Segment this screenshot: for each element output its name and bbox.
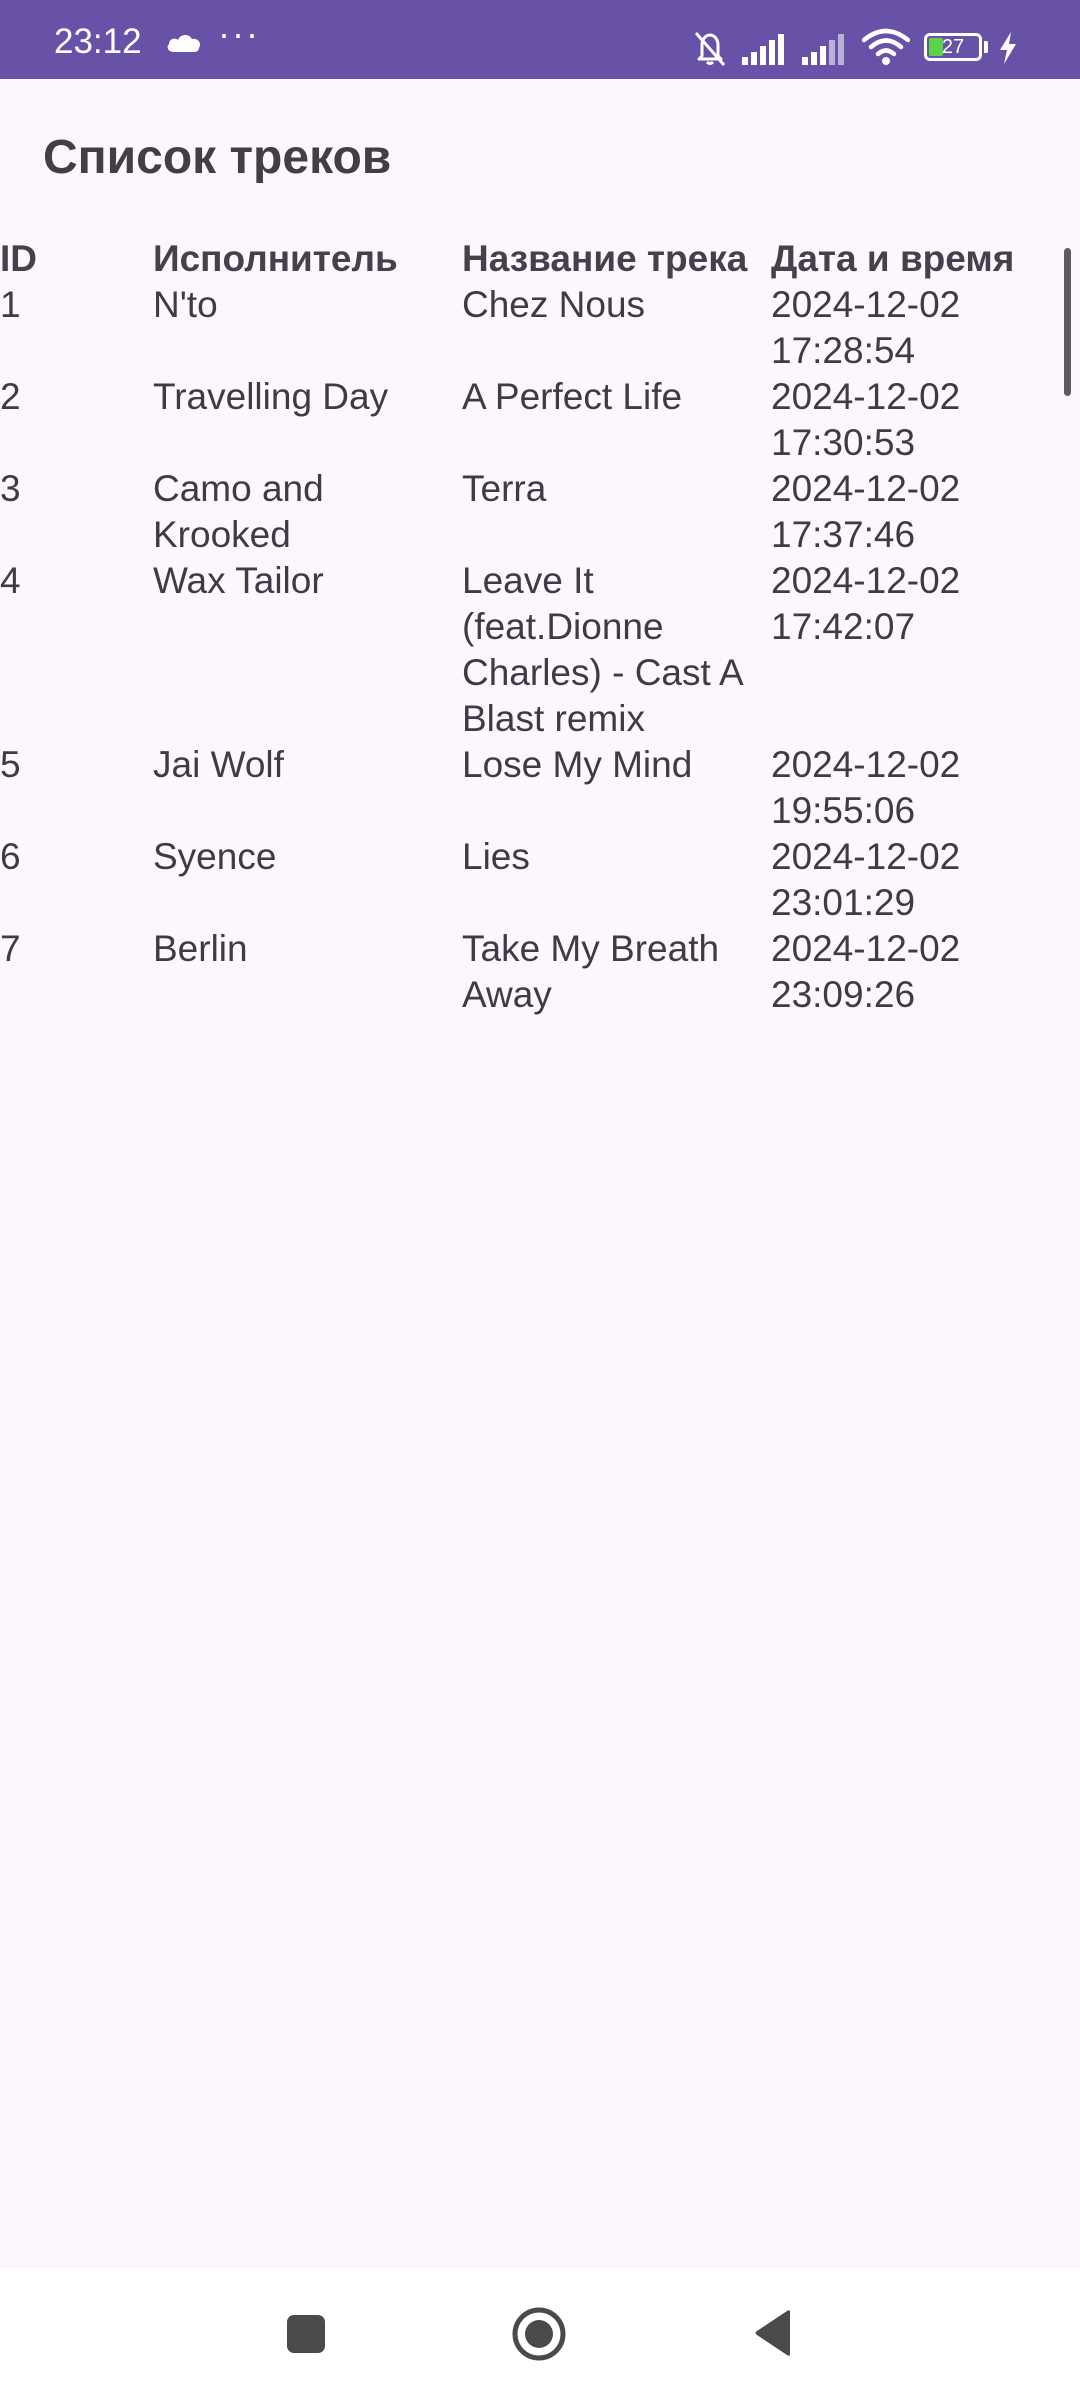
signal-icon [802,34,844,65]
header-id: ID [0,238,37,279]
header-artist: Исполнитель [153,238,398,279]
header-datetime: Дата и время [771,238,1015,279]
table-row: 3 Camo and Krooked Terra 2024-12-02 17:3… [0,466,1050,558]
scrollbar[interactable] [1064,248,1071,396]
cell-datetime: 2024-12-02 19:55:06 [771,744,961,831]
tracks-table: ID Исполнитель Название трека Дата и вре… [0,236,1050,1018]
cell-title: Take My Breath Away [462,928,720,1015]
cloud-icon [167,34,201,52]
cell-id: 3 [0,468,21,509]
bell-off-icon [694,32,726,66]
battery-level: 27 [941,36,965,58]
charging-icon [1000,32,1016,64]
cell-id: 7 [0,928,21,969]
wifi-icon [862,28,910,65]
cell-title: A Perfect Life [462,376,683,417]
cell-datetime: 2024-12-02 17:30:53 [771,376,961,463]
cell-artist: N'to [153,284,218,325]
back-icon[interactable] [752,2308,794,2358]
cell-title: Lies [462,836,530,877]
table-row: 2 Travelling Day A Perfect Life 2024-12-… [0,374,1050,466]
battery-cap [984,41,988,53]
header-title: Название трека [462,238,748,279]
page-title: Список треков [43,131,392,184]
signal-icon [742,34,784,65]
cell-title: Chez Nous [462,284,646,325]
cell-id: 2 [0,376,21,417]
recents-icon[interactable] [287,2315,325,2353]
cell-artist: Camo and Krooked [153,468,324,555]
cell-title: Leave It (feat.Dionne Charles) - Cast A … [462,560,742,739]
cell-datetime: 2024-12-02 17:37:46 [771,468,961,555]
cell-artist: Travelling Day [153,376,389,417]
cell-datetime: 2024-12-02 23:09:26 [771,928,961,1015]
cell-artist: Syence [153,836,277,877]
cell-datetime: 2024-12-02 17:42:07 [771,560,961,647]
more-icon: ··· [218,13,260,54]
cell-artist: Wax Tailor [153,560,324,601]
table-row: 5 Jai Wolf Lose My Mind 2024-12-02 19:55… [0,742,1050,834]
cell-id: 5 [0,744,21,785]
cell-datetime: 2024-12-02 23:01:29 [771,836,961,923]
table-row: 7 Berlin Take My Breath Away 2024-12-02 … [0,926,1050,1018]
cell-id: 1 [0,284,21,325]
table-header: ID Исполнитель Название трека Дата и вре… [0,236,1050,282]
cell-datetime: 2024-12-02 17:28:54 [771,284,961,371]
home-icon[interactable] [510,2305,568,2363]
cell-artist: Berlin [153,928,248,969]
cell-id: 4 [0,560,21,601]
status-time: 23:12 [54,22,142,61]
table-row: 4 Wax Tailor Leave It (feat.Dionne Charl… [0,558,1050,742]
table-row: 6 Syence Lies 2024-12-02 23:01:29 [0,834,1050,926]
navigation-bar [0,2268,1080,2400]
cell-title: Terra [462,468,547,509]
table-row: 1 N'to Chez Nous 2024-12-02 17:28:54 [0,282,1050,374]
cell-id: 6 [0,836,21,877]
cell-title: Lose My Mind [462,744,693,785]
status-bar: 23:12 ··· 27 [0,0,1080,79]
cell-artist: Jai Wolf [153,744,284,785]
